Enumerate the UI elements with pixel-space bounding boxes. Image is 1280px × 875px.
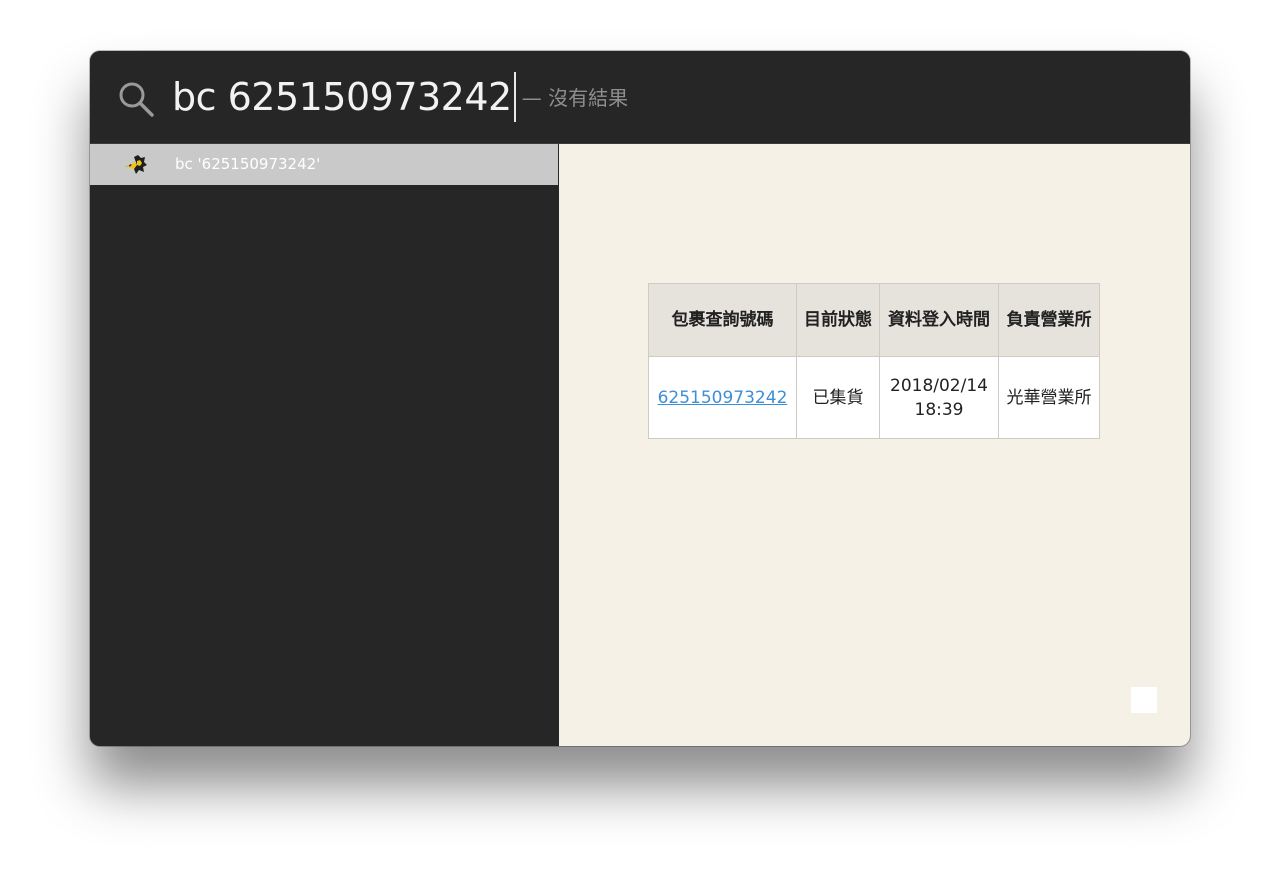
- cell-tracking-number: 625150973242: [648, 356, 797, 439]
- cell-office: 光華營業所: [998, 356, 1100, 439]
- cell-login-time: 2018/02/14 18:39: [879, 356, 999, 439]
- preview-corner-square: [1131, 687, 1157, 713]
- tracking-number-link[interactable]: 625150973242: [658, 388, 788, 408]
- no-results-hint: — 沒有結果: [521, 86, 629, 110]
- search-query-text: bc 625150973242: [172, 75, 512, 119]
- search-icon: [119, 82, 154, 117]
- table-row: 625150973242 已集貨 2018/02/14 18:39 光華營業所: [648, 356, 1100, 439]
- search-bar[interactable]: bc 625150973242 — 沒有結果: [90, 51, 1190, 144]
- workflow-app-icon: [126, 155, 147, 174]
- table-header-row: 包裹查詢號碼 目前狀態 資料登入時間 負責營業所: [648, 283, 1100, 357]
- header-tracking-number: 包裹查詢號碼: [648, 283, 797, 357]
- spotlight-window: bc 625150973242— 沒有結果 bc '625150973242' …: [90, 51, 1190, 746]
- text-caret: [513, 72, 516, 122]
- tracking-table: 包裹查詢號碼 目前狀態 資料登入時間 負責營業所 625150973242 已集…: [648, 283, 1100, 439]
- results-list: bc '625150973242': [90, 144, 558, 746]
- cell-status: 已集貨: [796, 356, 880, 439]
- header-status: 目前狀態: [796, 283, 880, 357]
- result-label: bc '625150973242': [175, 155, 321, 173]
- header-login-time: 資料登入時間: [879, 283, 999, 357]
- result-item[interactable]: bc '625150973242': [90, 144, 558, 185]
- preview-pane: 包裹查詢號碼 目前狀態 資料登入時間 負責營業所 625150973242 已集…: [559, 144, 1190, 746]
- search-input[interactable]: bc 625150973242 — 沒有結果: [172, 71, 628, 124]
- header-office: 負責營業所: [998, 283, 1100, 357]
